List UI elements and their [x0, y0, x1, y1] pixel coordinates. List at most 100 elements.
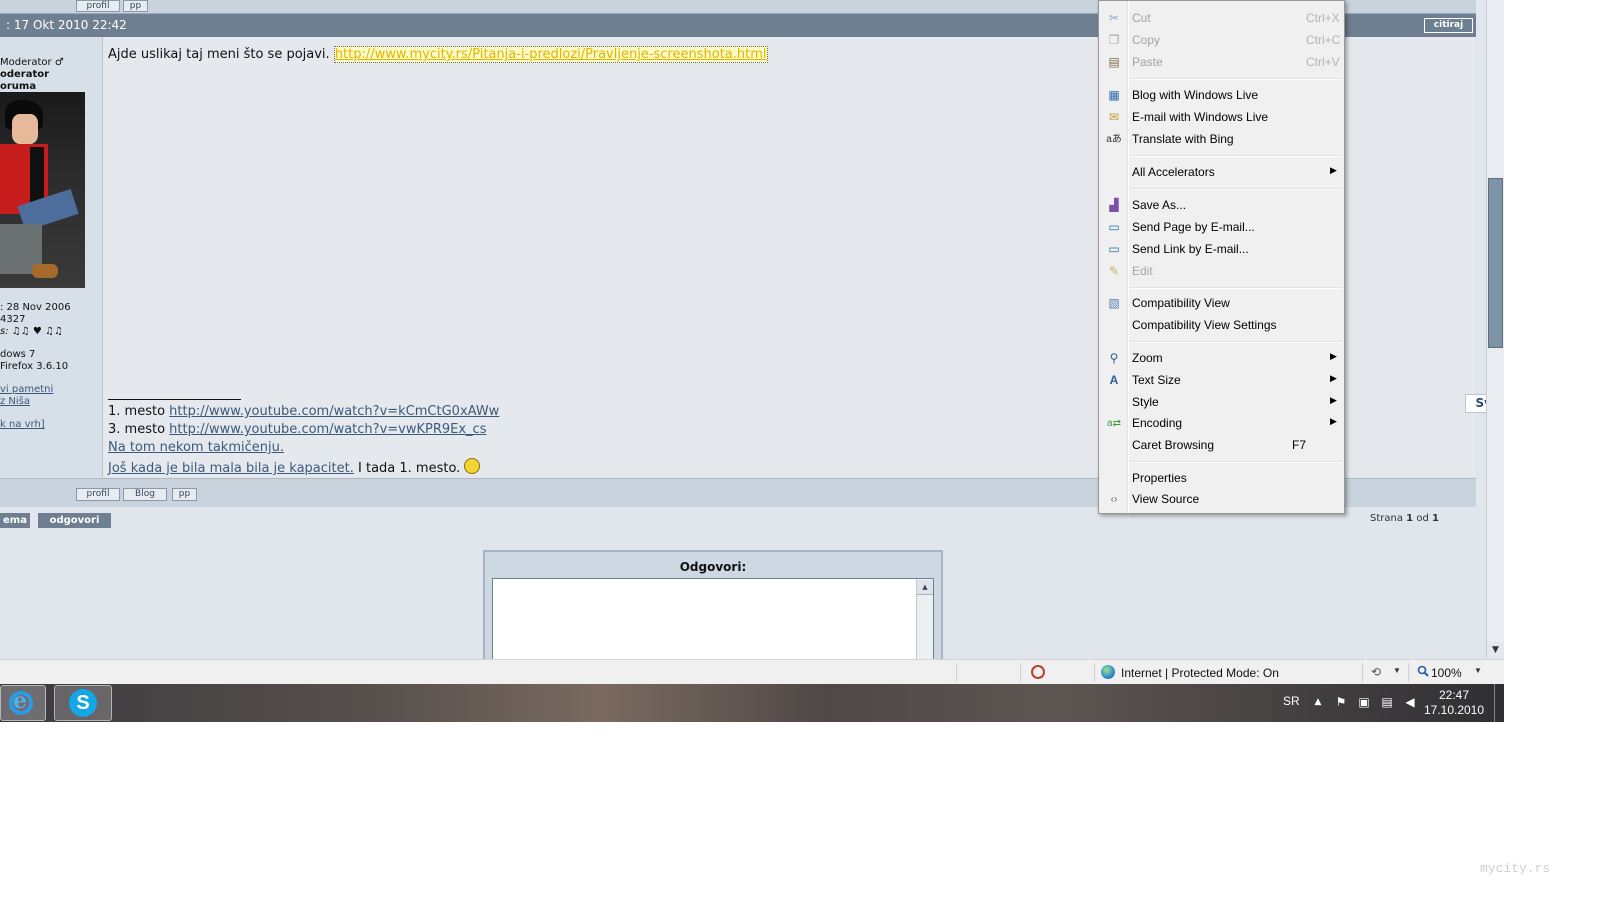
save-icon: ▟ [1109, 198, 1119, 212]
copy-icon: ❐ [1108, 33, 1120, 47]
signature-line-3: Na tom nekom takmičenju. [108, 440, 284, 455]
profile-button[interactable]: profil [76, 488, 120, 501]
security-zone-text[interactable]: Internet | Protected Mode: On [1121, 666, 1279, 680]
profile-button-top[interactable]: profil [76, 0, 120, 12]
menu-item-edit[interactable]: ✎ Edit [1101, 261, 1342, 282]
scroll-down-icon[interactable]: ▼ [1487, 642, 1504, 658]
clock[interactable]: 22:47 17.10.2010 [1420, 688, 1488, 718]
pencil-icon: ✎ [1108, 264, 1120, 278]
page-sep: od [1416, 513, 1429, 524]
submenu-arrow-icon: ▶ [1330, 165, 1337, 175]
taskbar: e S SR ▲ ⚑ ▣ ▤ ◀ 22:47 17.10.2010 [0, 684, 1504, 722]
submenu-arrow-icon: ▶ [1330, 373, 1337, 383]
page-info: Strana 1 od 1 [1370, 513, 1439, 524]
user-role: Moderator ♂ [0, 57, 64, 68]
sig-prefix-2: 3. mesto [108, 422, 166, 437]
competition-link[interactable]: Na tom nekom takmičenju. [108, 440, 284, 455]
youtube-link-2[interactable]: http://www.youtube.com/watch?v=vwKPR9Ex_… [169, 422, 486, 437]
new-topic-button[interactable]: ema [0, 513, 30, 528]
menu-item-save-as[interactable]: ▟ Save As... [1101, 195, 1342, 216]
context-menu: ✂ Cut Ctrl+X ❐ Copy Ctrl+C ▤ Paste Ctrl+… [1098, 0, 1345, 514]
signature-line-1: 1. mesto http://www.youtube.com/watch?v=… [108, 404, 499, 419]
menu-item-copy[interactable]: ❐ Copy Ctrl+C [1101, 30, 1342, 51]
post-link[interactable]: http://www.mycity.rs/Pitanja-i-predlozi/… [333, 46, 768, 63]
menu-item-send-page[interactable]: ▭ Send Page by E-mail... [1101, 217, 1342, 238]
usb-device-icon[interactable]: ▣ [1358, 696, 1370, 708]
menu-item-all-accelerators[interactable]: All Accelerators ▶ [1101, 162, 1342, 183]
show-hidden-icons-icon[interactable]: ▲ [1312, 696, 1324, 708]
text-size-icon: A [1109, 373, 1119, 387]
status-bar: Internet | Protected Mode: On ⟲ ▼ 100% ▼ [0, 659, 1504, 685]
menu-item-view-source[interactable]: ‹› View Source [1101, 489, 1342, 510]
chevron-down-icon[interactable]: ▼ [1393, 666, 1401, 675]
zoom-icon: ⚲ [1109, 351, 1119, 365]
avatar[interactable] [0, 92, 85, 288]
menu-item-text-size[interactable]: A Text Size ▶ [1101, 370, 1342, 391]
pm-button[interactable]: pp [172, 488, 197, 501]
reply-textarea[interactable]: ▲ [492, 578, 934, 664]
show-desktop-button[interactable] [1494, 684, 1504, 722]
zoom-chevron-down-icon[interactable]: ▼ [1474, 666, 1482, 675]
sig-text-4: I tada 1. mesto. [358, 461, 461, 476]
skype-icon[interactable]: S [54, 685, 112, 721]
menu-item-properties[interactable]: Properties [1101, 468, 1342, 489]
clock-date: 17.10.2010 [1423, 703, 1485, 717]
youtube-link-1[interactable]: http://www.youtube.com/watch?v=kCmCtG0xA… [169, 404, 499, 419]
user-link-2[interactable]: z Niša [0, 396, 30, 407]
change-status-icon[interactable]: ⟲ [1371, 665, 1381, 679]
reply-button[interactable]: odgovori [38, 513, 111, 528]
user-rank-line2: oruma [0, 81, 37, 92]
user-info-panel: Moderator ♂ oderator oruma : 28 Nov 2006… [0, 37, 103, 477]
menu-item-compatibility-settings[interactable]: Compatibility View Settings [1101, 315, 1342, 336]
quote-button[interactable]: citiraj [1424, 18, 1473, 33]
scroll-up-icon[interactable]: ▲ [917, 580, 933, 595]
submenu-arrow-icon: ▶ [1330, 416, 1337, 426]
zoom-level[interactable]: 100% [1431, 666, 1462, 680]
back-to-top-link[interactable]: k na vrh] [0, 419, 45, 430]
menu-item-send-link[interactable]: ▭ Send Link by E-mail... [1101, 239, 1342, 260]
view-source-icon: ‹› [1110, 494, 1118, 505]
page-prefix: Strana [1370, 513, 1403, 524]
user-post-count: 4327 [0, 314, 26, 325]
post-message: Ajde uslikaj taj meni što se pojavi. htt… [108, 46, 768, 63]
popup-blocker-icon[interactable] [1031, 665, 1045, 679]
signature-line-2: 3. mesto http://www.youtube.com/watch?v=… [108, 422, 486, 437]
browser-window: profil pp : 17 Okt 2010 22:42 citiraj Mo… [0, 0, 1504, 722]
menu-item-style[interactable]: Style ▶ [1101, 392, 1342, 413]
email-icon: ✉ [1108, 110, 1120, 124]
network-icon[interactable]: ▤ [1381, 696, 1393, 708]
menu-item-caret-browsing[interactable]: Caret Browsing F7 [1101, 435, 1342, 456]
pm-button-top[interactable]: pp [123, 0, 148, 12]
send-page-icon: ▭ [1108, 220, 1120, 234]
user-link-1[interactable]: vi pametni [0, 384, 53, 395]
menu-item-paste[interactable]: ▤ Paste Ctrl+V [1101, 52, 1342, 73]
quick-reply-box: Odgovori: ▲ [483, 550, 943, 664]
blog-button[interactable]: Blog [123, 488, 167, 501]
compat-icon: ▧ [1108, 296, 1120, 310]
page-scrollbar[interactable]: ▼ [1486, 0, 1504, 658]
internet-explorer-icon[interactable]: e [0, 685, 46, 721]
menu-item-zoom[interactable]: ⚲ Zoom ▶ [1101, 348, 1342, 369]
menu-item-encoding[interactable]: a⇄ Encoding ▶ [1101, 413, 1342, 434]
language-indicator[interactable]: SR [1283, 694, 1300, 708]
encoding-icon: a⇄ [1107, 418, 1121, 429]
volume-icon[interactable]: ◀ [1404, 696, 1416, 708]
menu-item-blog-windows-live[interactable]: ▦ Blog with Windows Live [1101, 85, 1342, 106]
action-center-flag-icon[interactable]: ⚑ [1335, 696, 1347, 708]
reply-box-title: Odgovori: [679, 560, 747, 574]
page-current: 1 [1406, 513, 1414, 524]
user-os: dows 7 [0, 349, 36, 360]
submenu-arrow-icon: ▶ [1330, 395, 1337, 405]
menu-item-translate-bing[interactable]: aあ Translate with Bing [1101, 129, 1342, 150]
menu-item-compatibility-view[interactable]: ▧ Compatibility View [1101, 293, 1342, 314]
clipboard-icon: ▤ [1108, 55, 1120, 69]
signature-line-4: Još kada je bila mala bila je kapacitet.… [108, 458, 481, 476]
user-status: s: ♫♫ ♥ ♫♫ [0, 326, 63, 337]
menu-item-cut[interactable]: ✂ Cut Ctrl+X [1101, 8, 1342, 29]
menu-item-email-windows-live[interactable]: ✉ E-mail with Windows Live [1101, 107, 1342, 128]
capacity-link[interactable]: Još kada je bila mala bila je kapacitet. [108, 461, 354, 476]
reply-scrollbar[interactable]: ▲ [916, 579, 933, 663]
scrollbar-thumb[interactable] [1488, 178, 1503, 348]
submenu-arrow-icon: ▶ [1330, 351, 1337, 361]
globe-icon [1101, 665, 1115, 679]
